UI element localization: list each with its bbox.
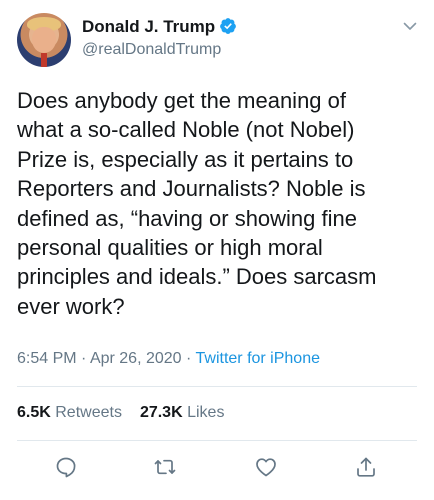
heart-icon	[254, 455, 278, 479]
retweet-button[interactable]	[153, 455, 177, 479]
likes-stat[interactable]: 27.3K Likes	[140, 402, 225, 424]
retweet-icon	[153, 455, 177, 479]
divider	[17, 386, 417, 387]
retweets-stat[interactable]: 6.5K Retweets	[17, 402, 122, 424]
retweets-label: Retweets	[50, 404, 122, 421]
share-icon	[354, 455, 378, 479]
tweet-actions	[0, 455, 434, 481]
likes-label: Likes	[182, 404, 225, 421]
reply-icon	[54, 455, 78, 479]
user-name-block[interactable]: Donald J. Trump @realDonaldTrump	[82, 16, 237, 61]
avatar-face	[32, 27, 56, 53]
divider	[17, 440, 417, 441]
chevron-down-icon[interactable]	[402, 18, 418, 34]
tweet-date[interactable]: Apr 26, 2020	[90, 350, 182, 367]
meta-separator: ·	[76, 350, 90, 367]
retweets-count: 6.5K	[17, 404, 51, 421]
tweet-stats: 6.5K Retweets 27.3K Likes	[17, 402, 242, 424]
tweet-text: Does anybody get the meaning of what a s…	[17, 88, 377, 319]
tweet-source-link[interactable]: Twitter for iPhone	[196, 350, 321, 367]
meta-separator: ·	[181, 350, 196, 367]
tweet-time[interactable]: 6:54 PM	[17, 350, 77, 367]
avatar[interactable]	[17, 13, 71, 67]
tweet-meta: 6:54 PM · Apr 26, 2020 · Twitter for iPh…	[17, 348, 320, 370]
like-button[interactable]	[254, 455, 278, 479]
reply-button[interactable]	[54, 455, 78, 479]
share-button[interactable]	[354, 455, 378, 479]
display-name[interactable]: Donald J. Trump	[82, 16, 215, 38]
verified-badge-icon	[219, 17, 237, 35]
avatar-tie	[41, 53, 47, 67]
tweet-card: Donald J. Trump @realDonaldTrump Does an…	[0, 0, 434, 500]
user-handle[interactable]: @realDonaldTrump	[82, 39, 237, 61]
likes-count: 27.3K	[139, 404, 183, 421]
